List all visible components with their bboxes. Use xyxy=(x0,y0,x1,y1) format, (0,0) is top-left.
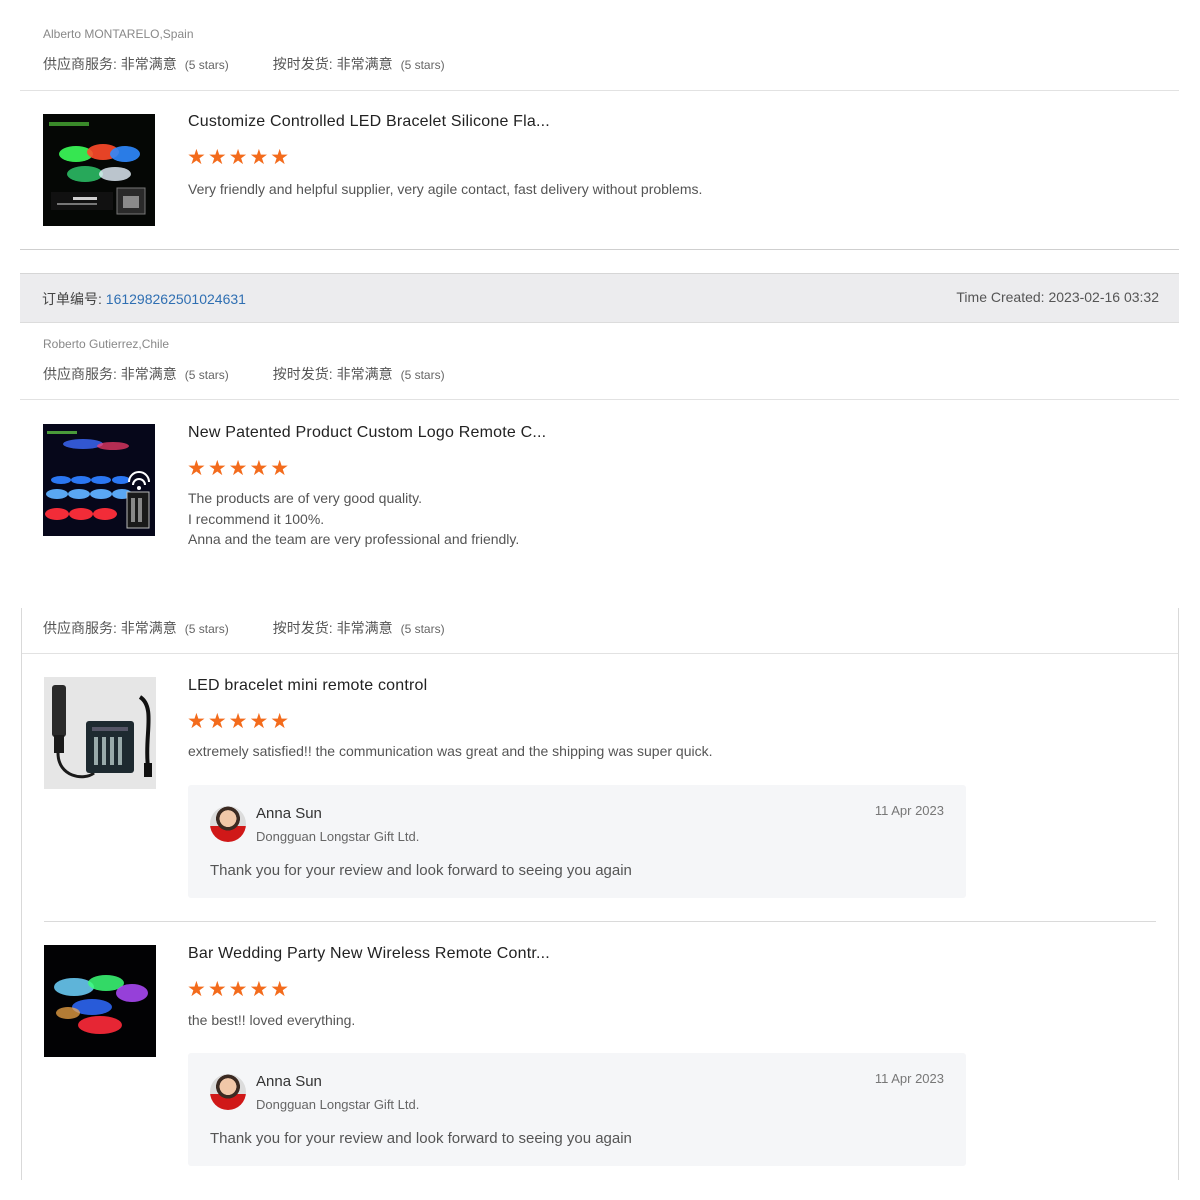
product-title[interactable]: Bar Wedding Party New Wireless Remote Co… xyxy=(188,945,550,963)
product-thumbnail[interactable] xyxy=(44,677,156,789)
star-rating: ★★★★★ xyxy=(187,457,292,480)
order-number: 订单编号: 161298262501024631 xyxy=(42,291,246,307)
order-number-link[interactable]: 161298262501024631 xyxy=(106,291,246,307)
panel-border-right xyxy=(1178,608,1179,1180)
review-comment: The products are of very good quality. I… xyxy=(188,490,520,547)
star-rating: ★★★★★ xyxy=(187,978,292,1001)
star-rating: ★★★★★ xyxy=(187,710,292,733)
reviewer-name: Roberto Gutierrez,Chile xyxy=(43,337,170,351)
delivery-rating: 按时发货: 非常满意 (5 stars) xyxy=(272,56,445,72)
reply-date: 11 Apr 2023 xyxy=(874,803,944,818)
reply-message: Thank you for your review and look forwa… xyxy=(210,1130,632,1147)
product-thumbnail[interactable] xyxy=(43,424,155,536)
service-rating: 供应商服务: 非常满意 (5 stars) xyxy=(43,620,229,636)
product-thumbnail[interactable] xyxy=(44,945,156,1057)
review-comment: the best!! loved everything. xyxy=(188,1012,356,1028)
review-comment: extremely satisfied!! the communication … xyxy=(188,743,713,759)
supplier-ratings: 供应商服务: 非常满意 (5 stars) 按时发货: 非常满意 (5 stars) xyxy=(43,364,445,384)
review-comment: Very friendly and helpful supplier, very… xyxy=(188,181,703,197)
divider xyxy=(44,921,1156,922)
reply-author: Anna Sun xyxy=(256,805,322,822)
order-header: 订单编号: 161298262501024631 Time Created: 2… xyxy=(20,273,1179,323)
reply-company: Dongguan Longstar Gift Ltd. xyxy=(256,829,420,844)
product-title[interactable]: LED bracelet mini remote control xyxy=(188,677,427,695)
product-thumbnail[interactable] xyxy=(43,114,155,226)
seller-reply: Anna Sun Dongguan Longstar Gift Ltd. 11 … xyxy=(188,1053,966,1166)
product-title[interactable]: Customize Controlled LED Bracelet Silico… xyxy=(188,113,550,131)
product-title[interactable]: New Patented Product Custom Logo Remote … xyxy=(188,424,546,442)
avatar xyxy=(210,806,246,842)
service-rating: 供应商服务: 非常满意 (5 stars) xyxy=(43,56,229,72)
reply-message: Thank you for your review and look forwa… xyxy=(210,862,632,879)
reply-company: Dongguan Longstar Gift Ltd. xyxy=(256,1097,420,1112)
reply-date: 11 Apr 2023 xyxy=(874,1071,944,1086)
supplier-ratings: 供应商服务: 非常满意 (5 stars) 按时发货: 非常满意 (5 stars) xyxy=(43,54,445,74)
service-rating: 供应商服务: 非常满意 (5 stars) xyxy=(43,366,229,382)
avatar xyxy=(210,1074,246,1110)
delivery-rating: 按时发货: 非常满意 (5 stars) xyxy=(272,620,445,636)
reviewer-name: Alberto MONTARELO,Spain xyxy=(43,27,194,41)
seller-reply: Anna Sun Dongguan Longstar Gift Ltd. 11 … xyxy=(188,785,966,898)
delivery-rating: 按时发货: 非常满意 (5 stars) xyxy=(272,366,445,382)
divider xyxy=(20,90,1179,91)
reply-author: Anna Sun xyxy=(256,1073,322,1090)
divider xyxy=(22,653,1178,654)
panel-border-left xyxy=(21,608,22,1180)
order-time-created: Time Created: 2023-02-16 03:32 xyxy=(956,289,1159,305)
divider xyxy=(20,399,1179,400)
star-rating: ★★★★★ xyxy=(187,146,292,169)
supplier-ratings: 供应商服务: 非常满意 (5 stars) 按时发货: 非常满意 (5 stars) xyxy=(43,618,445,638)
divider xyxy=(20,249,1179,250)
